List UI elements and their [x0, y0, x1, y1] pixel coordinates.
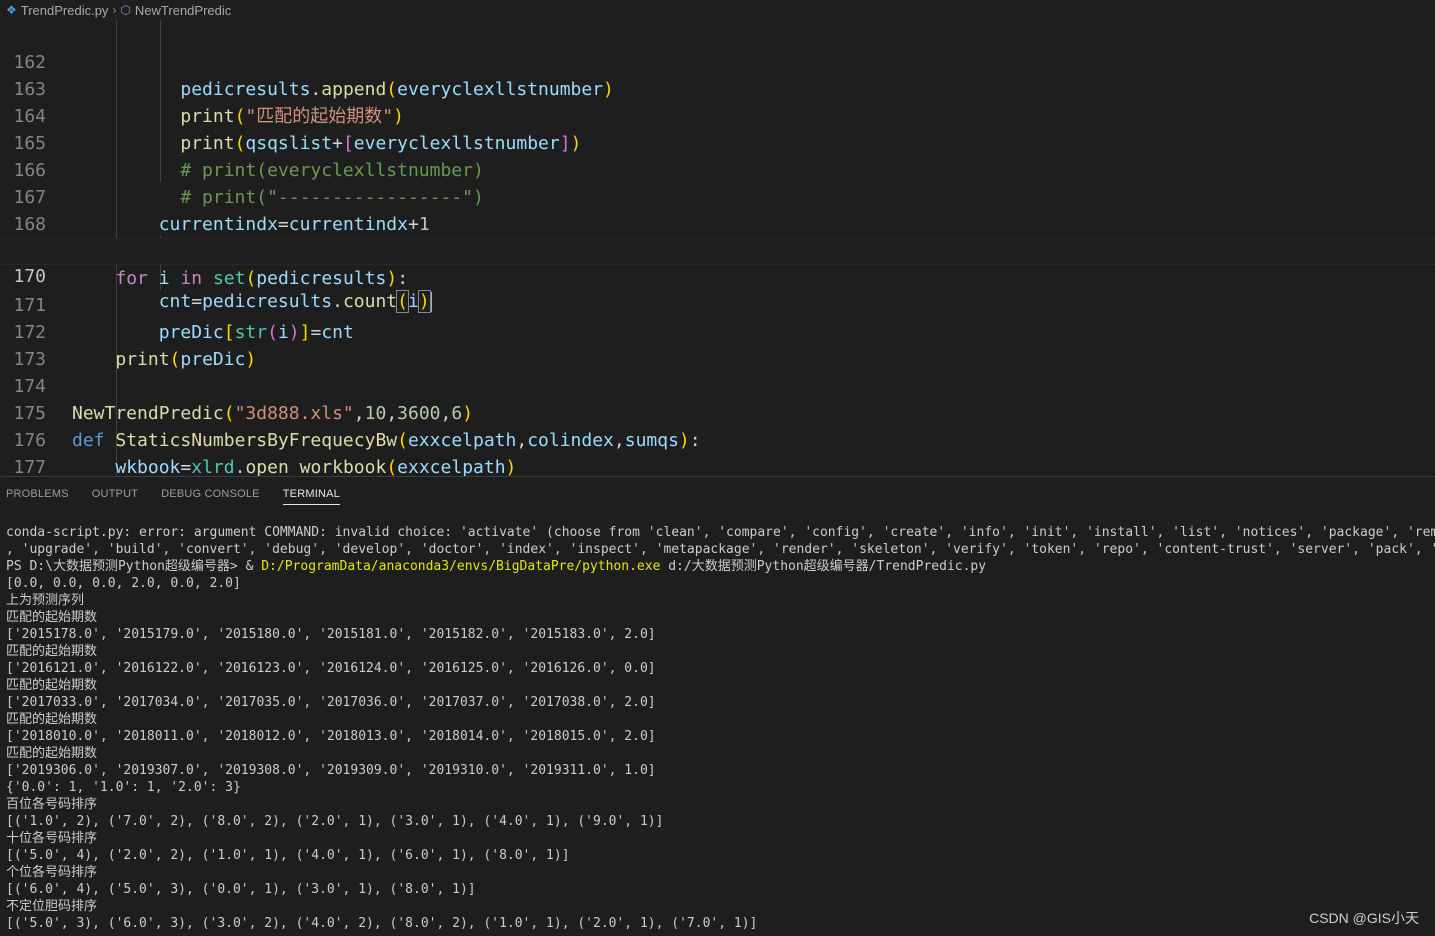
terminal-line: 不定位胆码排序 [6, 899, 98, 914]
terminal-line: 匹配的起始期数 [6, 610, 98, 625]
terminal-prompt: PS D:\大数据预测Python超级编号器> & [6, 559, 262, 574]
terminal-line: 百位各号码排序 [6, 797, 98, 812]
code-line: 174 NewTrendPredic("3d888.xls",10,3600,6… [0, 346, 1435, 424]
terminal-line: conda-script.py: error: argument COMMAND… [6, 525, 1435, 540]
terminal-line: ['2018010.0', '2018011.0', '2018012.0', … [6, 729, 656, 744]
terminal-command-line: PS D:\大数据预测Python超级编号器> & D:/ProgramData… [6, 558, 1435, 575]
terminal-line: ['2016121.0', '2016122.0', '2016123.0', … [6, 661, 656, 676]
code-line: 166 # print("-----------------") [0, 130, 1435, 208]
code-line: 163 print("匹配的起始期数") [0, 49, 1435, 127]
python-file-icon: ❖ [6, 3, 17, 17]
terminal-line: 个位各号码排序 [6, 865, 98, 880]
terminal-line: , 'upgrade', 'build', 'convert', 'debug'… [6, 542, 1435, 557]
watermark: CSDN @GIS小天 [1309, 910, 1419, 926]
tab-output[interactable]: OUTPUT [92, 484, 138, 504]
script-argument: d:/大数据预测Python超级编号器/TrendPredic.py [660, 559, 987, 574]
code-line: 173 [0, 319, 1435, 370]
function-symbol-icon: ⬡ [120, 3, 131, 17]
breadcrumb-file[interactable]: TrendPredic.py [21, 3, 109, 18]
terminal-line: [0.0, 0.0, 0.0, 2.0, 0.0, 2.0] [6, 576, 241, 591]
terminal-line: ['2015178.0', '2015179.0', '2015180.0', … [6, 627, 656, 642]
breadcrumb: ❖ TrendPredic.py › ⬡ NewTrendPredic [0, 0, 1435, 20]
breadcrumb-symbol[interactable]: NewTrendPredic [135, 3, 231, 18]
tab-terminal[interactable]: TERMINAL [282, 484, 340, 505]
code-line: 168 preDic={} [0, 184, 1435, 262]
terminal-line: 匹配的起始期数 [6, 644, 98, 659]
terminal-output[interactable]: conda-script.py: error: argument COMMAND… [6, 524, 1435, 936]
tab-debug-console[interactable]: DEBUG CONSOLE [161, 484, 260, 504]
panel-tabs: PROBLEMS OUTPUT DEBUG CONSOLE TERMINAL [0, 484, 357, 506]
python-exe-path: D:/ProgramData/anaconda3/envs/BigDataPre… [261, 559, 661, 574]
terminal-line: [('5.0', 3), ('6.0', 3), ('3.0', 2), ('4… [6, 916, 758, 931]
code-line: 176 wkbook=xlrd.open_workbook(exxcelpath… [0, 400, 1435, 476]
code-line: 178 ncnt=sheet.nrows [0, 454, 1435, 476]
chevron-right-icon: › [112, 3, 117, 17]
tab-problems[interactable]: PROBLEMS [6, 484, 69, 504]
code-line: 162 pedicresults.append(everyclexllstnum… [0, 22, 1435, 100]
terminal-line: 上为预测序列 [6, 593, 85, 608]
terminal-line: 匹配的起始期数 [6, 712, 98, 727]
code-line: 167 currentindx=currentindx+1 [0, 157, 1435, 235]
terminal-line: 匹配的起始期数 [6, 678, 98, 693]
code-line: 169 for i in set(pedicresults): [0, 211, 1435, 289]
code-line: 177 sheet=wkbook.sheet_by_index(0) [0, 427, 1435, 476]
terminal-line: 十位各号码排序 [6, 831, 98, 846]
terminal-line: ['2019306.0', '2019307.0', '2019308.0', … [6, 763, 656, 778]
terminal-line: ['2017033.0', '2017034.0', '2017035.0', … [6, 695, 656, 710]
panel-divider[interactable] [0, 476, 1435, 477]
terminal-line: [('1.0', 2), ('7.0', 2), ('8.0', 2), ('2… [6, 814, 664, 829]
code-line: 171 preDic[str(i)]=cnt [0, 265, 1435, 343]
code-line-active: 170 cnt=pedicresults.count(i) [0, 238, 1435, 313]
code-line: 175 def StaticsNumbersByFrequecyBw(exxce… [0, 373, 1435, 451]
terminal-output-lines: [0.0, 0.0, 0.0, 2.0, 0.0, 2.0] 上为预测序列 匹配的起… [6, 575, 1435, 932]
code-editor[interactable]: 162 pedicresults.append(everyclexllstnum… [0, 20, 1435, 476]
terminal-line: [('6.0', 4), ('5.0', 3), ('0.0', 1), ('3… [6, 882, 476, 897]
code-line: 164 print(qsqslist+[everyclexllstnumber]… [0, 76, 1435, 154]
code-line: 172 print(preDic) [0, 292, 1435, 370]
code-line: 165 # print(everyclexllstnumber) [0, 103, 1435, 181]
terminal-line: 匹配的起始期数 [6, 746, 98, 761]
terminal-line: [('5.0', 4), ('2.0', 2), ('1.0', 1), ('4… [6, 848, 570, 863]
terminal-line: {'0.0': 1, '1.0': 1, '2.0': 3} [6, 780, 241, 795]
